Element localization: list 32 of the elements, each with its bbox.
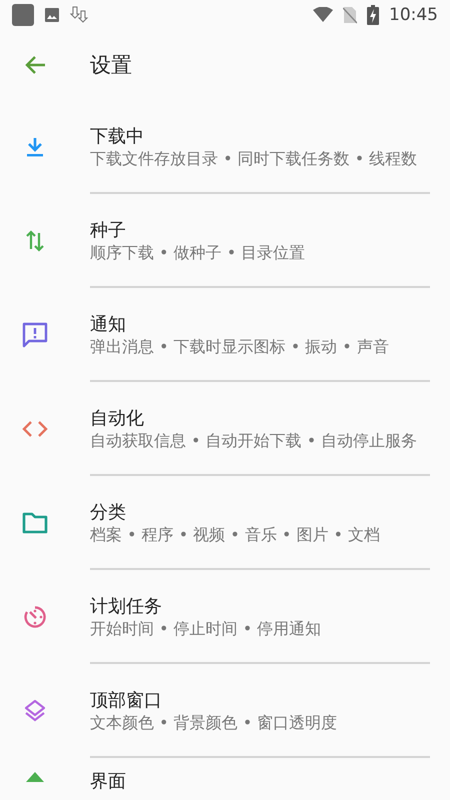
battery-charging-icon <box>367 5 379 25</box>
settings-item[interactable]: 界面 <box>0 758 450 800</box>
page-title: 设置 <box>90 52 132 79</box>
item-subtitle: 下载文件存放目录 • 同时下载任务数 • 线程数 <box>90 149 418 169</box>
settings-item[interactable]: 种子 顺序下载 • 做种子 • 目录位置 <box>0 194 450 288</box>
wifi-icon <box>313 7 333 23</box>
app-icon <box>12 4 34 26</box>
item-title: 顶部窗口 <box>90 689 162 713</box>
no-sim-icon <box>343 6 357 24</box>
item-title: 计划任务 <box>90 595 162 619</box>
item-title: 自动化 <box>90 407 144 431</box>
item-subtitle: 自动获取信息 • 自动开始下载 • 自动停止服务 <box>90 431 418 451</box>
item-title: 种子 <box>90 219 126 243</box>
settings-item[interactable]: 顶部窗口 文本颜色 • 背景颜色 • 窗口透明度 <box>0 664 450 758</box>
back-arrow-icon[interactable] <box>24 55 46 75</box>
item-subtitle: 开始时间 • 停止时间 • 停用通知 <box>90 619 322 639</box>
item-title: 分类 <box>90 501 126 525</box>
settings-item[interactable]: 下载中 下载文件存放目录 • 同时下载任务数 • 线程数 <box>0 100 450 194</box>
settings-item[interactable]: 计划任务 开始时间 • 停止时间 • 停用通知 <box>0 570 450 664</box>
item-subtitle: 档案 • 程序 • 视频 • 音乐 • 图片 • 文档 <box>90 525 382 545</box>
item-subtitle: 弹出消息 • 下载时显示图标 • 振动 • 声音 <box>90 337 390 357</box>
download-arrows-icon <box>70 6 90 24</box>
item-title: 下载中 <box>90 125 144 149</box>
item-title: 通知 <box>90 313 126 337</box>
status-time: 10:45 <box>389 5 438 25</box>
item-subtitle: 顺序下载 • 做种子 • 目录位置 <box>90 243 306 263</box>
item-title: 界面 <box>90 770 126 794</box>
settings-item[interactable]: 分类 档案 • 程序 • 视频 • 音乐 • 图片 • 文档 <box>0 476 450 570</box>
item-subtitle: 文本颜色 • 背景颜色 • 窗口透明度 <box>90 713 338 733</box>
settings-item[interactable]: 通知 弹出消息 • 下载时显示图标 • 振动 • 声音 <box>0 288 450 382</box>
settings-item[interactable]: 自动化 自动获取信息 • 自动开始下载 • 自动停止服务 <box>0 382 450 476</box>
image-icon <box>44 7 60 23</box>
